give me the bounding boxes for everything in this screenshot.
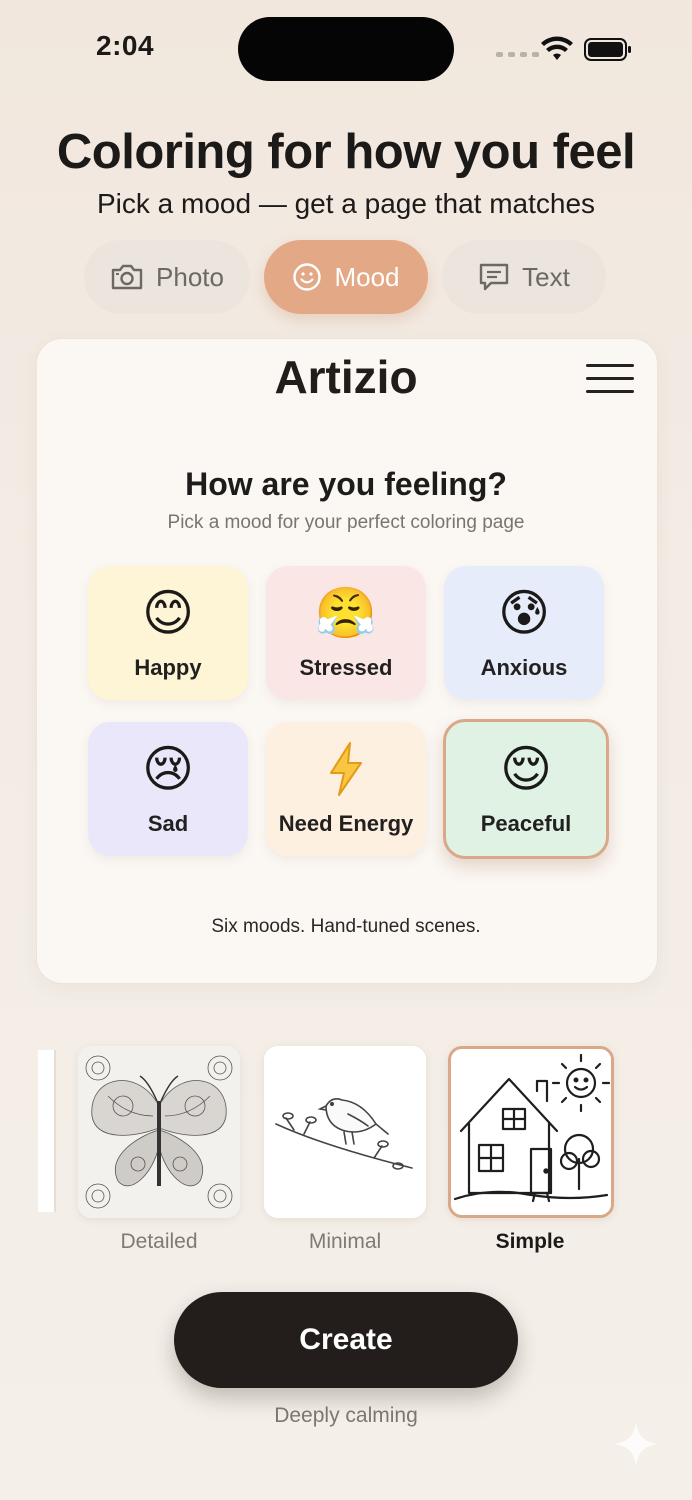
mood-peaceful[interactable]: 😌 Peaceful xyxy=(443,719,609,859)
tab-photo-label: Photo xyxy=(156,261,224,292)
sparkle-icon xyxy=(614,1422,658,1466)
mood-label: Stressed xyxy=(299,655,393,680)
tab-text-label: Text xyxy=(522,261,570,292)
style-detailed[interactable] xyxy=(78,1046,240,1218)
page-subtitle: Pick a mood — get a page that matches xyxy=(96,188,596,219)
chat-icon xyxy=(479,263,509,291)
mood-label: Need Energy xyxy=(278,811,414,836)
house-sun-thumbnail xyxy=(451,1049,611,1215)
mood-description: Deeply calming xyxy=(274,1404,418,1427)
tab-photo[interactable]: Photo xyxy=(84,240,250,314)
butterfly-mandala-thumbnail xyxy=(78,1046,240,1218)
tab-text[interactable]: Text xyxy=(442,240,606,314)
relieved-face-icon: 😌 xyxy=(499,740,553,798)
status-time: 2:04 xyxy=(96,30,155,61)
mood-question: How are you feeling? xyxy=(185,466,507,502)
page-title: Coloring for how you feel xyxy=(56,125,636,179)
camera-icon xyxy=(111,264,143,290)
hamburger-menu-icon[interactable] xyxy=(586,364,634,394)
previous-style-thumbnail[interactable] xyxy=(38,1050,56,1212)
style-label: Minimal xyxy=(308,1230,382,1253)
style-minimal[interactable] xyxy=(264,1046,426,1218)
mood-label: Sad xyxy=(147,811,189,836)
mood-anxious[interactable]: 😰 Anxious xyxy=(444,566,604,700)
cellular-signal-icon xyxy=(496,52,539,57)
anxious-face-icon: 😰 xyxy=(497,584,551,642)
create-button[interactable]: Create xyxy=(174,1292,518,1388)
mood-label: Happy xyxy=(134,655,202,680)
mood-need-energy[interactable]: Need Energy xyxy=(266,722,426,856)
wifi-icon xyxy=(541,36,573,60)
lightning-icon xyxy=(330,742,362,796)
crying-face-icon: 😢 xyxy=(141,740,195,798)
mood-happy[interactable]: 😊 Happy xyxy=(88,566,248,700)
smiling-face-icon: 😊 xyxy=(141,584,195,642)
smiley-icon xyxy=(293,263,322,291)
style-label: Detailed xyxy=(120,1230,198,1253)
mood-sad[interactable]: 😢 Sad xyxy=(88,722,248,856)
mood-hint: Pick a mood for your perfect coloring pa… xyxy=(167,512,525,533)
steaming-face-icon: 😤 xyxy=(314,584,378,642)
mood-tagline: Six moods. Hand-tuned scenes. xyxy=(211,916,481,937)
style-label: Simple xyxy=(495,1230,565,1253)
mood-label: Anxious xyxy=(480,655,568,680)
bird-branch-thumbnail xyxy=(264,1046,426,1218)
tab-mood[interactable]: Mood xyxy=(264,240,428,314)
dynamic-island xyxy=(238,17,454,81)
mood-stressed[interactable]: 😤 Stressed xyxy=(266,566,426,700)
tab-mood-label: Mood xyxy=(334,261,400,292)
style-simple[interactable] xyxy=(448,1046,614,1218)
battery-icon xyxy=(584,38,631,61)
mood-label: Peaceful xyxy=(480,811,572,836)
